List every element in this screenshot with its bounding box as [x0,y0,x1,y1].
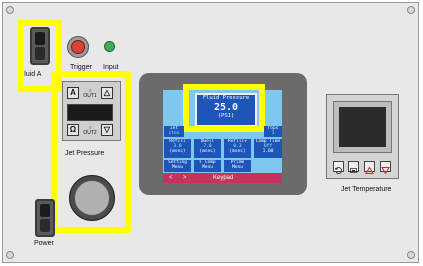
jet-temp-down-button[interactable] [380,161,391,175]
jet-temperature-lcd [339,107,386,147]
drops-tile[interactable]: rops 1 [264,126,282,137]
jet-tile[interactable]: Jet clos [164,126,184,137]
setting-menu-tile[interactable]: Setting Menu [164,160,191,172]
panel-screw [407,6,415,14]
keypad-next-button[interactable]: > [183,173,187,183]
panel-screw [6,251,14,259]
power-label: Power [34,240,54,247]
comp-time-tile[interactable]: Comp Time Off 1.00 [254,139,282,158]
down-triangle-icon [381,167,390,175]
refill-plus-tile[interactable]: Refill+ 0.3 (msec) [224,139,251,158]
jet-temperature-display [333,101,392,153]
fluid-pressure-highlight [183,84,265,132]
set-icon [350,168,357,173]
jet-temp-up-button[interactable] [364,161,375,174]
input-label: Input [103,64,119,71]
cycle-icon [334,167,342,174]
power-switch[interactable] [35,199,55,237]
prime-menu-tile[interactable]: Prime Menu [224,160,251,172]
panel-screw [407,251,415,259]
trigger-cap [71,40,85,54]
dwell-tile[interactable]: Dwell 7.0 (msec) [194,139,221,158]
trigger-label: Trigger [70,64,92,71]
keypad-bar: < > Keypad [163,173,282,183]
keypad-label[interactable]: Keypad [213,173,233,183]
keypad-prev-button[interactable]: < [169,173,173,183]
refill-tile[interactable]: Refill 3.0 (msec) [164,139,191,158]
up-triangle-icon [365,166,374,174]
jet-temp-set-button[interactable] [348,161,359,173]
jet-temp-cycle-button[interactable] [333,161,344,174]
panel-screw [6,6,14,14]
f-comp-menu-tile[interactable]: F Comp Menu [194,160,221,172]
jet-pressure-highlight [51,71,131,233]
input-led [104,41,115,52]
trigger-button[interactable] [67,36,89,58]
jet-temperature-label: Jet Temperature [341,186,392,193]
